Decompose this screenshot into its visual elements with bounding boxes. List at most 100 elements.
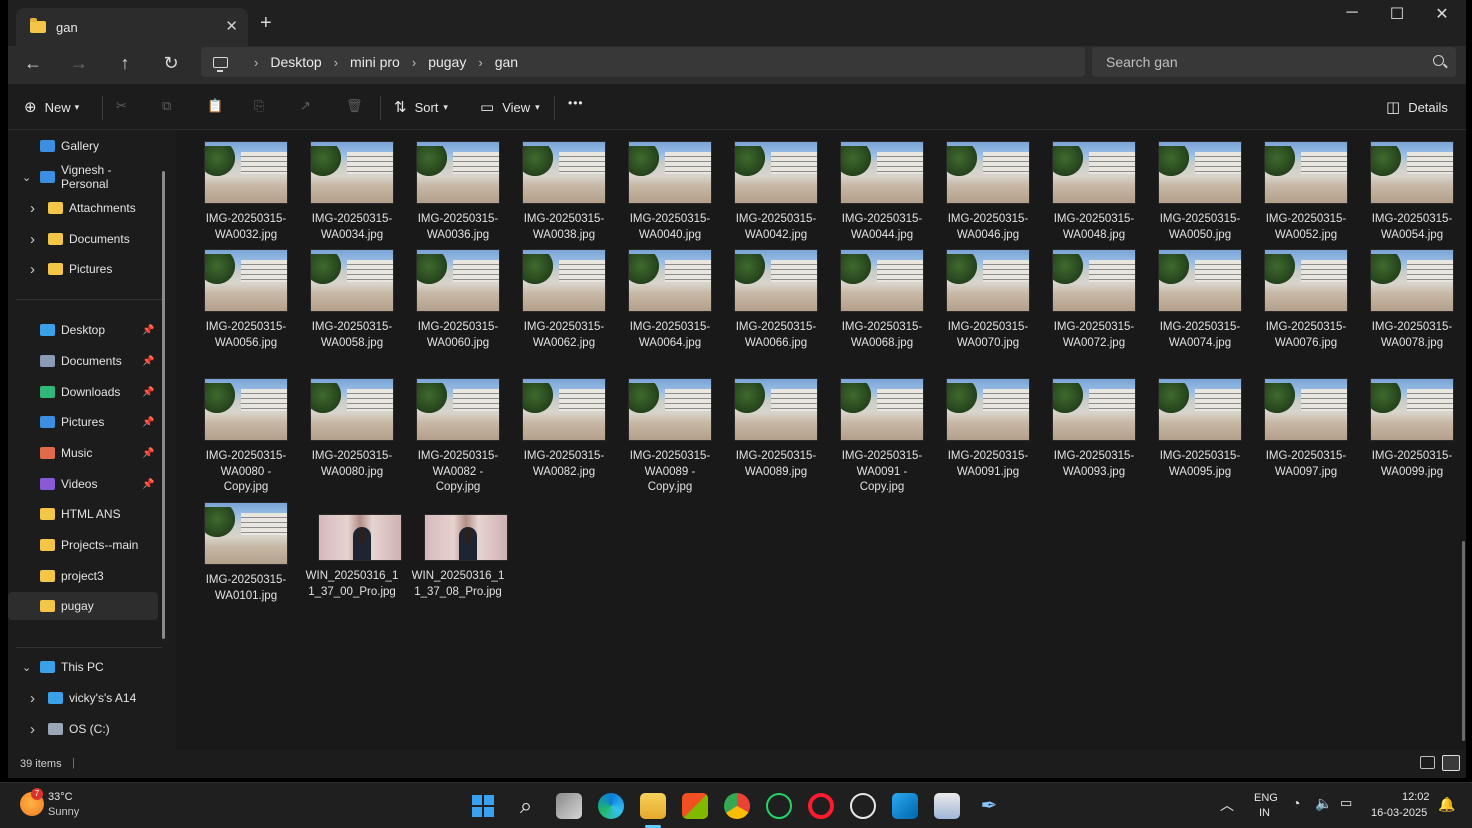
task-view-icon[interactable] bbox=[556, 793, 582, 819]
view-button[interactable]: ▭ View ▾ bbox=[480, 98, 540, 116]
sidebar-item-downloads[interactable]: Downloads 📌 bbox=[8, 378, 158, 406]
file-item[interactable]: IMG-20250315- WA0089.jpg bbox=[726, 378, 826, 480]
language-bottom[interactable]: IN bbox=[1259, 807, 1270, 819]
file-item[interactable]: WIN_20250316_1 1_37_00_Pro.jpg bbox=[302, 502, 402, 600]
file-item[interactable]: IMG-20250315- WA0091.jpg bbox=[938, 378, 1038, 480]
file-item[interactable]: WIN_20250316_1 1_37_08_Pro.jpg bbox=[408, 502, 508, 600]
file-item[interactable]: IMG-20250315- WA0040.jpg bbox=[620, 141, 720, 243]
share-icon[interactable]: ↗ bbox=[300, 98, 311, 114]
forward-button[interactable]: → bbox=[64, 53, 94, 74]
file-item[interactable]: IMG-20250315- WA0099.jpg bbox=[1362, 378, 1462, 480]
pen-icon[interactable]: ✒ bbox=[976, 793, 1002, 819]
file-item[interactable]: IMG-20250315- WA0052.jpg bbox=[1256, 141, 1356, 243]
file-item[interactable]: IMG-20250315- WA0072.jpg bbox=[1044, 249, 1144, 351]
minimize-button[interactable]: ─ bbox=[1330, 4, 1374, 22]
pin-icon[interactable]: 📌 bbox=[142, 479, 154, 490]
content-scrollbar[interactable] bbox=[1462, 541, 1465, 741]
file-item[interactable]: IMG-20250315- WA0062.jpg bbox=[514, 249, 614, 351]
file-item[interactable]: IMG-20250315- WA0068.jpg bbox=[832, 249, 932, 351]
pin-icon[interactable]: 📌 bbox=[142, 448, 154, 459]
copy-icon[interactable]: ⧉ bbox=[162, 98, 171, 114]
opera-icon[interactable] bbox=[808, 793, 834, 819]
file-item[interactable]: IMG-20250315- WA0080 - Copy.jpg bbox=[196, 378, 296, 496]
file-item[interactable]: IMG-20250315- WA0093.jpg bbox=[1044, 378, 1144, 480]
sidebar-item-gallery[interactable]: Gallery bbox=[8, 132, 158, 160]
chevron-up-icon[interactable]: ︿ bbox=[1220, 795, 1234, 815]
chevron-right-icon[interactable]: › bbox=[30, 261, 35, 278]
chevron-right-icon[interactable]: › bbox=[254, 55, 258, 70]
file-item[interactable]: IMG-20250315- WA0044.jpg bbox=[832, 141, 932, 243]
paste-icon[interactable]: 📋 bbox=[207, 98, 223, 114]
start-icon[interactable] bbox=[470, 793, 496, 819]
file-item[interactable]: IMG-20250315- WA0032.jpg bbox=[196, 141, 296, 243]
chevron-right-icon[interactable]: › bbox=[30, 721, 35, 738]
pin-icon[interactable]: 📌 bbox=[142, 387, 154, 398]
pin-icon[interactable]: 📌 bbox=[142, 356, 154, 367]
file-item[interactable]: IMG-20250315- WA0089 - Copy.jpg bbox=[620, 378, 720, 496]
tab-gan[interactable]: gan ✕ bbox=[16, 8, 248, 46]
maximize-button[interactable]: ☐ bbox=[1375, 4, 1419, 24]
file-item[interactable]: IMG-20250315- WA0054.jpg bbox=[1362, 141, 1462, 243]
more-options-icon[interactable]: ••• bbox=[568, 96, 584, 110]
weather-temp[interactable]: 33°C bbox=[48, 791, 73, 803]
sidebar-item-vignesh-personal[interactable]: ⌄ Vignesh - Personal bbox=[8, 163, 158, 191]
volume-icon[interactable]: 🔈 bbox=[1315, 795, 1332, 812]
file-item[interactable]: IMG-20250315- WA0046.jpg bbox=[938, 141, 1038, 243]
file-item[interactable]: IMG-20250315- WA0036.jpg bbox=[408, 141, 508, 243]
breadcrumb-pugay[interactable]: pugay bbox=[428, 54, 466, 70]
address-bar[interactable]: › Desktop › mini pro › pugay › gan bbox=[201, 47, 1085, 77]
file-item[interactable]: IMG-20250315- WA0038.jpg bbox=[514, 141, 614, 243]
chevron-down-icon[interactable]: ⌄ bbox=[22, 171, 31, 184]
sidebar-item-project3[interactable]: project3 bbox=[8, 562, 158, 590]
search-input[interactable]: Search gan bbox=[1092, 47, 1456, 77]
breadcrumb-desktop[interactable]: Desktop bbox=[270, 54, 321, 70]
back-button[interactable]: ← bbox=[18, 53, 48, 74]
whatsapp-icon[interactable] bbox=[766, 793, 792, 819]
close-window-button[interactable]: ✕ bbox=[1420, 4, 1464, 24]
file-item[interactable]: IMG-20250315- WA0064.jpg bbox=[620, 249, 720, 351]
chevron-right-icon[interactable]: › bbox=[30, 231, 35, 248]
file-item[interactable]: IMG-20250315- WA0095.jpg bbox=[1150, 378, 1250, 480]
rename-icon[interactable]: ⎘ bbox=[254, 98, 264, 114]
sidebar-item-music[interactable]: Music 📌 bbox=[8, 439, 158, 467]
sidebar-scrollbar[interactable] bbox=[162, 171, 165, 639]
file-item[interactable]: IMG-20250315- WA0050.jpg bbox=[1150, 141, 1250, 243]
vscode-icon[interactable] bbox=[892, 793, 918, 819]
file-item[interactable]: IMG-20250315- WA0048.jpg bbox=[1044, 141, 1144, 243]
weather-icon[interactable]: 7 bbox=[20, 788, 44, 816]
file-item[interactable]: IMG-20250315- WA0042.jpg bbox=[726, 141, 826, 243]
cut-icon[interactable]: ✂ bbox=[116, 98, 127, 114]
file-item[interactable]: IMG-20250315- WA0082 - Copy.jpg bbox=[408, 378, 508, 496]
file-item[interactable]: IMG-20250315- WA0066.jpg bbox=[726, 249, 826, 351]
file-item[interactable]: IMG-20250315- WA0076.jpg bbox=[1256, 249, 1356, 351]
sidebar-item-os-c[interactable]: › OS (C:) bbox=[8, 715, 158, 743]
file-item[interactable]: IMG-20250315- WA0097.jpg bbox=[1256, 378, 1356, 480]
sidebar-item-documents[interactable]: › Documents bbox=[8, 225, 158, 253]
sort-button[interactable]: ⇅ Sort ▾ bbox=[394, 98, 448, 116]
file-item[interactable]: IMG-20250315- WA0078.jpg bbox=[1362, 249, 1462, 351]
new-tab-button[interactable]: + bbox=[260, 12, 272, 35]
battery-icon[interactable]: ▭ bbox=[1340, 795, 1352, 811]
file-item[interactable]: IMG-20250315- WA0056.jpg bbox=[196, 249, 296, 351]
notification-bell-icon[interactable]: 🔔 bbox=[1438, 796, 1455, 813]
sidebar-item-attachments[interactable]: › Attachments bbox=[8, 194, 158, 222]
sidebar-item-desktop[interactable]: Desktop 📌 bbox=[8, 316, 158, 344]
chevron-down-icon[interactable]: ⌄ bbox=[22, 661, 31, 674]
sidebar-item-html-ans[interactable]: HTML ANS bbox=[8, 500, 158, 528]
sidebar-item-this-pc[interactable]: ⌄ This PC bbox=[8, 653, 158, 681]
notepad-icon[interactable] bbox=[934, 793, 960, 819]
file-item[interactable]: IMG-20250315- WA0060.jpg bbox=[408, 249, 508, 351]
file-item[interactable]: IMG-20250315- WA0101.jpg bbox=[196, 502, 296, 604]
file-item[interactable]: IMG-20250315- WA0070.jpg bbox=[938, 249, 1038, 351]
edge-icon[interactable] bbox=[598, 793, 624, 819]
refresh-button[interactable]: ↻ bbox=[156, 53, 186, 74]
sidebar-item-projects-main[interactable]: Projects--main bbox=[8, 531, 158, 559]
chatgpt-icon[interactable] bbox=[850, 793, 876, 819]
search-icon[interactable]: ⌕ bbox=[513, 793, 539, 819]
large-icons-view-icon[interactable] bbox=[1442, 755, 1460, 771]
delete-icon[interactable]: 🗑 bbox=[346, 98, 363, 114]
clock-time[interactable]: 12:02 bbox=[1402, 791, 1430, 803]
file-item[interactable]: IMG-20250315- WA0058.jpg bbox=[302, 249, 402, 351]
breadcrumb-gan[interactable]: gan bbox=[495, 54, 518, 70]
chevron-right-icon[interactable]: › bbox=[478, 55, 482, 70]
